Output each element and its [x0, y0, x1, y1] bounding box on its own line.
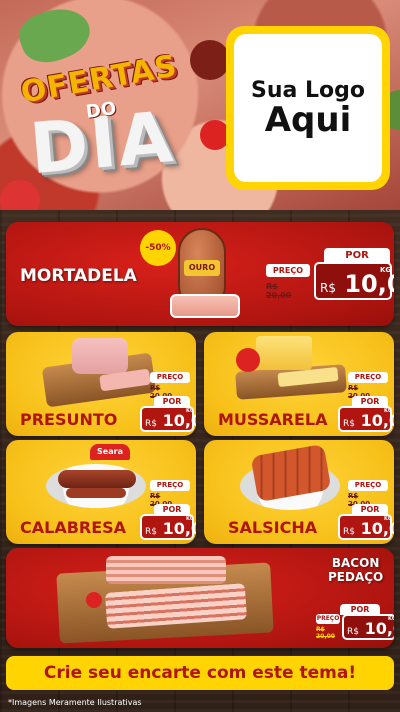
unit-label: KG [384, 516, 392, 522]
logo-inner: Sua Logo Aqui [234, 34, 382, 182]
old-price: R$ 20,00 [316, 626, 335, 640]
product-card-presunto[interactable]: PRESUNTO PREÇO R$ 20,00 POR R$ 10,00 KG [6, 332, 196, 436]
bacon-image [106, 556, 226, 584]
product-card-mussarela[interactable]: MUSSARELA PREÇO R$ 20,00 POR R$ 10,00 KG [204, 332, 394, 436]
old-price: R$ 20,00 [266, 282, 292, 300]
salami-decoration [190, 40, 230, 80]
unit-label: KG [186, 408, 194, 414]
header-banner: OFERTAS DIA DO Sua Logo Aqui [0, 0, 400, 210]
discount-badge: -50% [140, 230, 176, 266]
preco-label: PREÇO [266, 264, 310, 277]
currency: R$ [145, 527, 157, 537]
do-title: DO [84, 97, 118, 124]
currency: R$ [145, 419, 157, 429]
calabresa-image [58, 470, 136, 488]
unit-label: KG [388, 616, 394, 622]
preco-label: PREÇO [150, 372, 190, 383]
mussarela-image [256, 336, 312, 370]
preco-label: PREÇO [150, 480, 190, 491]
product-name-line2: PEDAÇO [328, 570, 384, 585]
unit-label: KG [380, 266, 392, 274]
product-name: BACON PEDAÇO [328, 556, 383, 585]
product-name: SALSICHA [228, 518, 318, 537]
product-card-bacon[interactable]: BACON PEDAÇO POR PREÇO R$ 20,00 R$ 10,00… [6, 548, 394, 648]
unit-label: KG [384, 408, 392, 414]
product-card-calabresa[interactable]: Seara CALABRESA PREÇO R$ 20,00 POR R$ 10… [6, 440, 196, 544]
product-name: CALABRESA [20, 518, 127, 537]
preco-label: PREÇO [348, 372, 388, 383]
lettuce-decoration [13, 0, 97, 71]
product-card-mortadela[interactable]: MORTADELA -50% OURO PREÇO R$ 20,00 POR R… [6, 222, 394, 326]
currency: R$ [347, 627, 359, 637]
product-name-line1: BACON [331, 556, 380, 570]
presunto-image [72, 338, 128, 374]
logo-placeholder[interactable]: Sua Logo Aqui [226, 26, 390, 190]
cta-banner[interactable]: Crie seu encarte com este tema! [6, 656, 394, 690]
price-value: 10,00 [344, 270, 394, 298]
currency: R$ [343, 527, 355, 537]
por-label: POR [324, 248, 390, 263]
unit-label: KG [186, 516, 194, 522]
brand-label: OURO [184, 260, 220, 276]
currency: R$ [343, 419, 355, 429]
product-name: MORTADELA [20, 266, 137, 286]
seara-logo: Seara [90, 444, 130, 460]
preco-label: PREÇO [316, 614, 340, 624]
product-name: MUSSARELA [218, 410, 328, 429]
currency: R$ [320, 281, 336, 295]
logo-text-line2: Aqui [264, 99, 352, 140]
tomato-icon [86, 592, 102, 608]
price-box: R$ 10,00 [342, 614, 394, 640]
preco-label: PREÇO [348, 480, 388, 491]
mortadela-slices [170, 294, 240, 318]
product-card-salsicha[interactable]: SALSICHA PREÇO R$ 20,00 POR R$ 10,00 KG [204, 440, 394, 544]
product-name: PRESUNTO [20, 410, 118, 429]
tomato-icon [236, 348, 260, 372]
logo-text-line1: Sua Logo [250, 77, 365, 103]
calabresa-slices [66, 488, 126, 498]
footnote: *Imagens Meramente Ilustrativas [8, 698, 142, 707]
